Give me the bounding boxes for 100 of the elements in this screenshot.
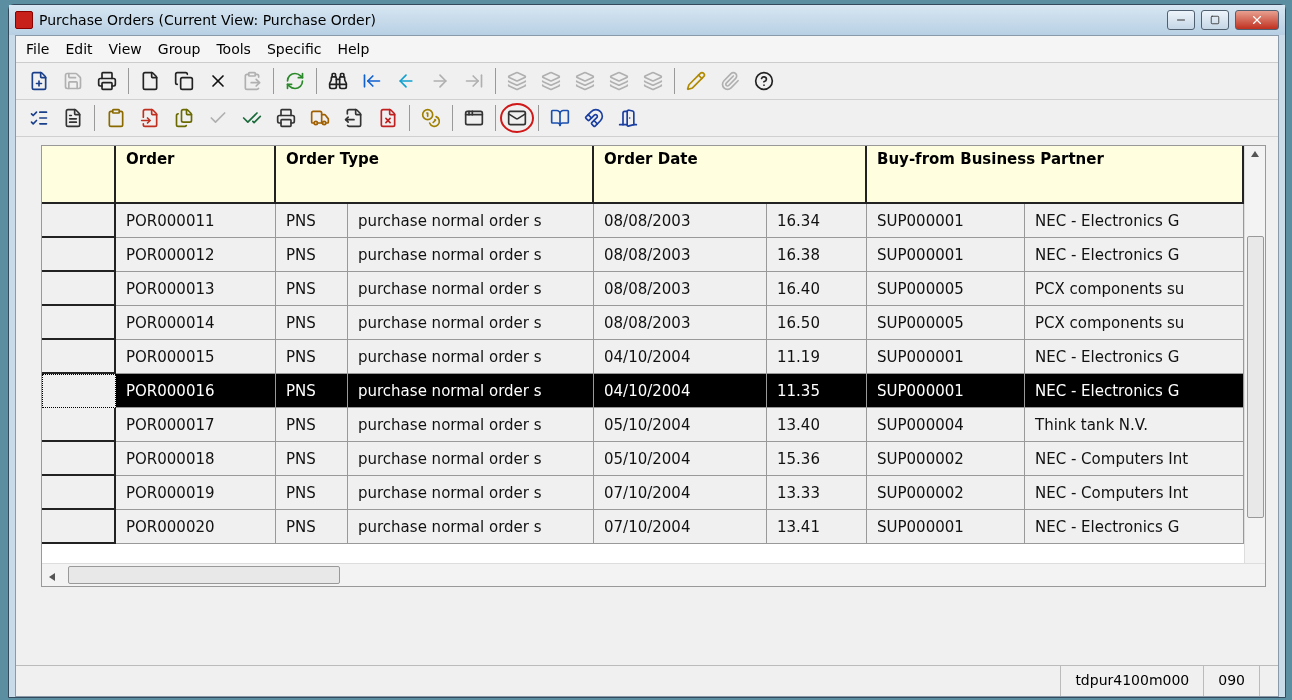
table-cell: SUP000001: [867, 374, 1025, 408]
table-cell: NEC - Electronics G: [1025, 204, 1244, 238]
menu-item[interactable]: View: [102, 38, 148, 60]
table-cell: 05/10/2004: [594, 408, 767, 442]
window-title: Purchase Orders (Current View: Purchase Order): [39, 12, 377, 28]
menu-item[interactable]: Help: [331, 38, 376, 60]
table-cell: SUP000002: [867, 442, 1025, 476]
table-cell: POR000016: [116, 374, 276, 408]
table-cell: SUP000001: [867, 340, 1025, 374]
table-cell: PCX components su: [1025, 272, 1244, 306]
table-cell: 07/10/2004: [594, 510, 767, 544]
door-icon: [618, 108, 638, 128]
table-cell: SUP000001: [867, 238, 1025, 272]
table-cell: purchase normal order s: [348, 442, 594, 476]
table-cell: 16.38: [767, 238, 867, 272]
table-cell: PNS: [276, 238, 348, 272]
table-cell: POR000013: [116, 272, 276, 306]
table-cell: 16.34: [767, 204, 867, 238]
menu-item[interactable]: Group: [151, 38, 207, 60]
app-icon: [15, 11, 33, 29]
table-cell: SUP000004: [867, 408, 1025, 442]
row-header[interactable]: [42, 204, 116, 238]
table-cell: POR000019: [116, 476, 276, 510]
table-cell: 08/08/2003: [594, 306, 767, 340]
table-cell: purchase normal order s: [348, 238, 594, 272]
files-icon: [174, 108, 194, 128]
refresh-icon: [285, 71, 305, 91]
table-cell: POR000015: [116, 340, 276, 374]
help-icon: [754, 71, 774, 91]
table-cell: NEC - Electronics G: [1025, 374, 1244, 408]
layers-icon: [609, 71, 629, 91]
layers-icon: [507, 71, 527, 91]
table-cell: NEC - Computers Int: [1025, 476, 1244, 510]
column-header[interactable]: Order Type: [276, 146, 594, 204]
menu-item[interactable]: File: [20, 38, 56, 60]
table-cell: 15.36: [767, 442, 867, 476]
table-cell: 08/08/2003: [594, 204, 767, 238]
truck-icon: [310, 108, 330, 128]
mail-icon: [507, 108, 527, 128]
horizontal-scrollbar[interactable]: [42, 563, 1265, 586]
table-cell: 05/10/2004: [594, 442, 767, 476]
table-cell: 08/08/2003: [594, 272, 767, 306]
row-header[interactable]: [42, 306, 116, 340]
left-arrow-icon[interactable]: [48, 573, 56, 581]
table-cell: POR000018: [116, 442, 276, 476]
table-cell: NEC - Electronics G: [1025, 510, 1244, 544]
paperclip-icon: [720, 71, 740, 91]
table-cell: 13.41: [767, 510, 867, 544]
row-header[interactable]: [42, 238, 116, 272]
book-icon: [550, 108, 570, 128]
row-header[interactable]: [42, 374, 116, 408]
table-cell: PNS: [276, 510, 348, 544]
row-header[interactable]: [42, 408, 116, 442]
table-cell: POR000020: [116, 510, 276, 544]
table-cell: PNS: [276, 476, 348, 510]
clipboard-icon: [106, 108, 126, 128]
toolbar-button[interactable]: [500, 103, 534, 133]
menu-item[interactable]: Tools: [210, 38, 257, 60]
table-cell: 07/10/2004: [594, 476, 767, 510]
document-icon: [63, 108, 83, 128]
menu-item[interactable]: Specific: [260, 38, 328, 60]
close-icon: [1250, 13, 1264, 27]
table-cell: purchase normal order s: [348, 374, 594, 408]
row-header[interactable]: [42, 272, 116, 306]
first-arrow-icon: [362, 71, 382, 91]
last-arrow-icon: [464, 71, 484, 91]
column-header[interactable]: Buy-from Business Partner: [867, 146, 1244, 204]
copy-icon: [174, 71, 194, 91]
file-output-icon: [344, 108, 364, 128]
table-cell: PNS: [276, 204, 348, 238]
row-header[interactable]: [42, 476, 116, 510]
column-header[interactable]: Order: [116, 146, 276, 204]
close-button[interactable]: [1235, 10, 1279, 30]
maximize-button[interactable]: [1201, 10, 1229, 30]
table-cell: 08/08/2003: [594, 238, 767, 272]
row-header[interactable]: [42, 442, 116, 476]
status-text: tdpur4100m000: [1061, 666, 1205, 696]
magnet-icon: [584, 108, 604, 128]
table-cell: POR000011: [116, 204, 276, 238]
table-cell: 16.50: [767, 306, 867, 340]
vertical-scrollbar[interactable]: [1244, 146, 1265, 563]
file-input-icon: [140, 108, 160, 128]
row-header[interactable]: [42, 340, 116, 374]
table-cell: POR000012: [116, 238, 276, 272]
column-header[interactable]: Order Date: [594, 146, 867, 204]
row-header[interactable]: [42, 510, 116, 544]
table-cell: 13.33: [767, 476, 867, 510]
minimize-button[interactable]: [1167, 10, 1195, 30]
table-cell: POR000014: [116, 306, 276, 340]
table-cell: PNS: [276, 272, 348, 306]
table-cell: NEC - Electronics G: [1025, 238, 1244, 272]
table-cell: purchase normal order s: [348, 204, 594, 238]
printer-icon: [276, 108, 296, 128]
table-cell: PCX components su: [1025, 306, 1244, 340]
table-cell: 11.19: [767, 340, 867, 374]
table-cell: SUP000001: [867, 510, 1025, 544]
up-arrow-icon[interactable]: [1251, 150, 1259, 158]
menu-item[interactable]: Edit: [59, 38, 99, 60]
table-cell: PNS: [276, 408, 348, 442]
table-cell: 16.40: [767, 272, 867, 306]
